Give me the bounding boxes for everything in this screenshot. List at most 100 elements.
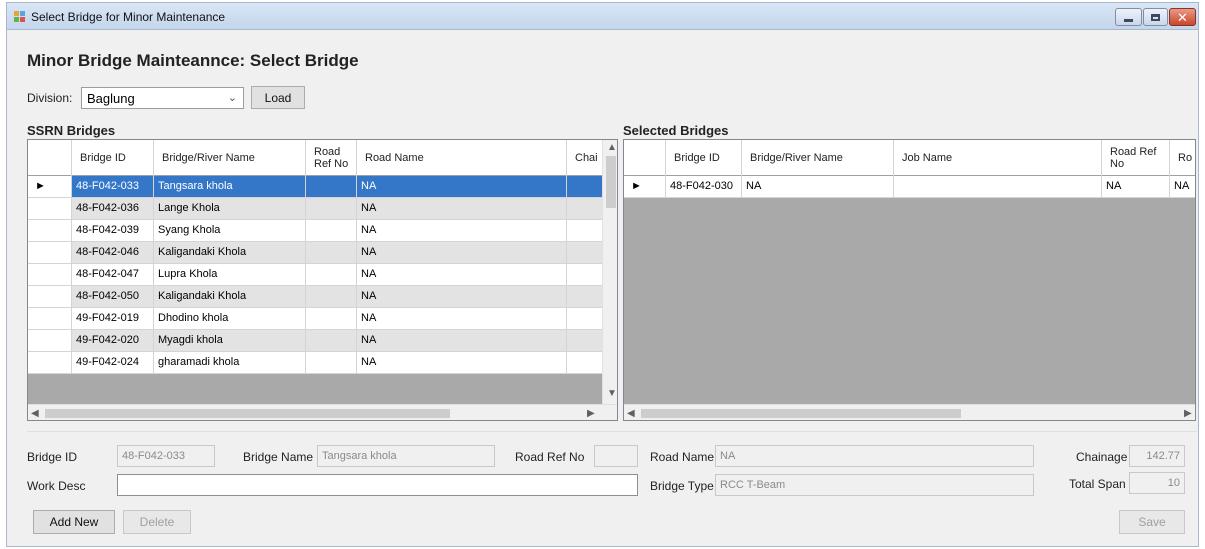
add-new-button[interactable]: Add New [33,510,115,534]
table-cell[interactable]: 48-F042-047 [72,264,154,286]
table-cell[interactable] [567,330,607,352]
table-row[interactable]: 49-F042-024 gharamadi khola NA [28,352,607,374]
table-cell[interactable]: 48-F042-030 [666,176,742,198]
chevron-left-icon[interactable]: ◀ [31,408,39,419]
table-cell[interactable] [567,352,607,374]
table-cell[interactable]: NA [357,286,567,308]
table-cell[interactable]: NA [357,220,567,242]
table-cell[interactable]: 48-F042-046 [72,242,154,264]
table-cell[interactable] [306,242,357,264]
table-row[interactable]: 48-F042-047 Lupra Khola NA [28,264,607,286]
division-select[interactable]: Baglung ⌄ [81,87,244,109]
selected-horizontal-scrollbar[interactable]: ◀ ▶ [624,404,1195,420]
table-cell[interactable] [306,176,357,198]
row-header[interactable]: ► [624,176,666,198]
column-header[interactable]: Ro [1170,140,1195,176]
table-row[interactable]: 48-F042-046 Kaligandaki Khola NA [28,242,607,264]
minimize-button[interactable] [1115,8,1142,26]
table-cell[interactable] [567,220,607,242]
row-header[interactable] [28,242,72,264]
table-cell[interactable] [567,176,607,198]
chevron-left-icon[interactable]: ◀ [627,408,635,419]
chainage-field[interactable]: 142.77 [1129,445,1185,467]
ssrn-vertical-scrollbar[interactable]: ▲ ▼ [602,140,617,404]
table-row[interactable]: 48-F042-036 Lange Khola NA [28,198,607,220]
chevron-right-icon[interactable]: ▶ [587,408,595,419]
scroll-thumb[interactable] [45,409,450,418]
chevron-down-icon[interactable]: ▼ [607,388,617,399]
column-header[interactable]: Job Name [894,140,1102,176]
load-button[interactable]: Load [251,86,305,109]
table-cell[interactable]: 49-F042-019 [72,308,154,330]
table-row[interactable]: 49-F042-020 Myagdi khola NA [28,330,607,352]
row-header[interactable] [28,330,72,352]
row-header[interactable] [28,198,72,220]
table-row[interactable]: ► 48-F042-033 Tangsara khola NA [28,176,607,198]
table-cell[interactable] [567,286,607,308]
road-name-field[interactable]: NA [715,445,1034,467]
table-row[interactable]: ► 48-F042-030 NA NA NA [624,176,1195,198]
table-cell[interactable]: Tangsara khola [154,176,306,198]
table-cell[interactable] [567,264,607,286]
column-header[interactable]: Road Ref No [306,140,357,176]
column-header[interactable]: Bridge/River Name [742,140,894,176]
table-cell[interactable] [306,198,357,220]
row-header[interactable] [28,308,72,330]
table-cell[interactable]: Kaligandaki Khola [154,242,306,264]
table-cell[interactable]: NA [357,176,567,198]
scroll-thumb[interactable] [606,156,616,208]
table-cell[interactable]: Dhodino khola [154,308,306,330]
table-cell[interactable]: NA [1170,176,1195,198]
table-cell[interactable]: NA [357,198,567,220]
table-cell[interactable] [306,264,357,286]
row-header[interactable] [28,286,72,308]
column-header[interactable]: Chai [567,140,607,176]
table-row[interactable]: 48-F042-050 Kaligandaki Khola NA [28,286,607,308]
table-cell[interactable]: NA [357,242,567,264]
table-cell[interactable] [894,176,1102,198]
table-cell[interactable]: NA [357,352,567,374]
road-ref-field[interactable] [594,445,638,467]
row-header[interactable] [28,220,72,242]
maximize-button[interactable] [1143,8,1168,26]
column-header[interactable]: Bridge ID [666,140,742,176]
ssrn-bridges-grid[interactable]: Bridge ID Bridge/River Name Road Ref No … [27,139,618,421]
selected-bridges-grid[interactable]: Bridge ID Bridge/River Name Job Name Roa… [623,139,1196,421]
table-cell[interactable] [306,286,357,308]
row-header[interactable] [28,352,72,374]
chevron-up-icon[interactable]: ▲ [607,142,617,153]
table-cell[interactable]: 49-F042-020 [72,330,154,352]
table-cell[interactable]: Myagdi khola [154,330,306,352]
table-row[interactable]: 49-F042-019 Dhodino khola NA [28,308,607,330]
total-span-field[interactable]: 10 [1129,472,1185,494]
table-cell[interactable]: NA [357,308,567,330]
table-cell[interactable] [306,330,357,352]
title-bar[interactable]: Select Bridge for Minor Maintenance ✕ [7,3,1198,30]
table-cell[interactable]: gharamadi khola [154,352,306,374]
table-cell[interactable]: NA [742,176,894,198]
delete-button[interactable]: Delete [123,510,191,534]
table-cell[interactable]: NA [357,330,567,352]
work-desc-input[interactable] [117,474,638,496]
table-cell[interactable]: 49-F042-024 [72,352,154,374]
table-cell[interactable]: 48-F042-036 [72,198,154,220]
column-header[interactable]: Road Name [357,140,567,176]
table-cell[interactable] [306,220,357,242]
table-cell[interactable]: 48-F042-039 [72,220,154,242]
row-header[interactable] [28,264,72,286]
chevron-right-icon[interactable]: ▶ [1184,408,1192,419]
table-row[interactable]: 48-F042-039 Syang Khola NA [28,220,607,242]
table-cell[interactable]: Lupra Khola [154,264,306,286]
table-cell[interactable]: 48-F042-050 [72,286,154,308]
table-cell[interactable] [306,308,357,330]
close-button[interactable]: ✕ [1169,8,1196,26]
table-cell[interactable]: Lange Khola [154,198,306,220]
column-header[interactable]: Bridge/River Name [154,140,306,176]
table-cell[interactable] [306,352,357,374]
table-cell[interactable]: 48-F042-033 [72,176,154,198]
table-cell[interactable]: NA [1102,176,1170,198]
save-button[interactable]: Save [1119,510,1185,534]
table-cell[interactable]: Syang Khola [154,220,306,242]
row-header[interactable]: ► [28,176,72,198]
column-header[interactable]: Bridge ID [72,140,154,176]
